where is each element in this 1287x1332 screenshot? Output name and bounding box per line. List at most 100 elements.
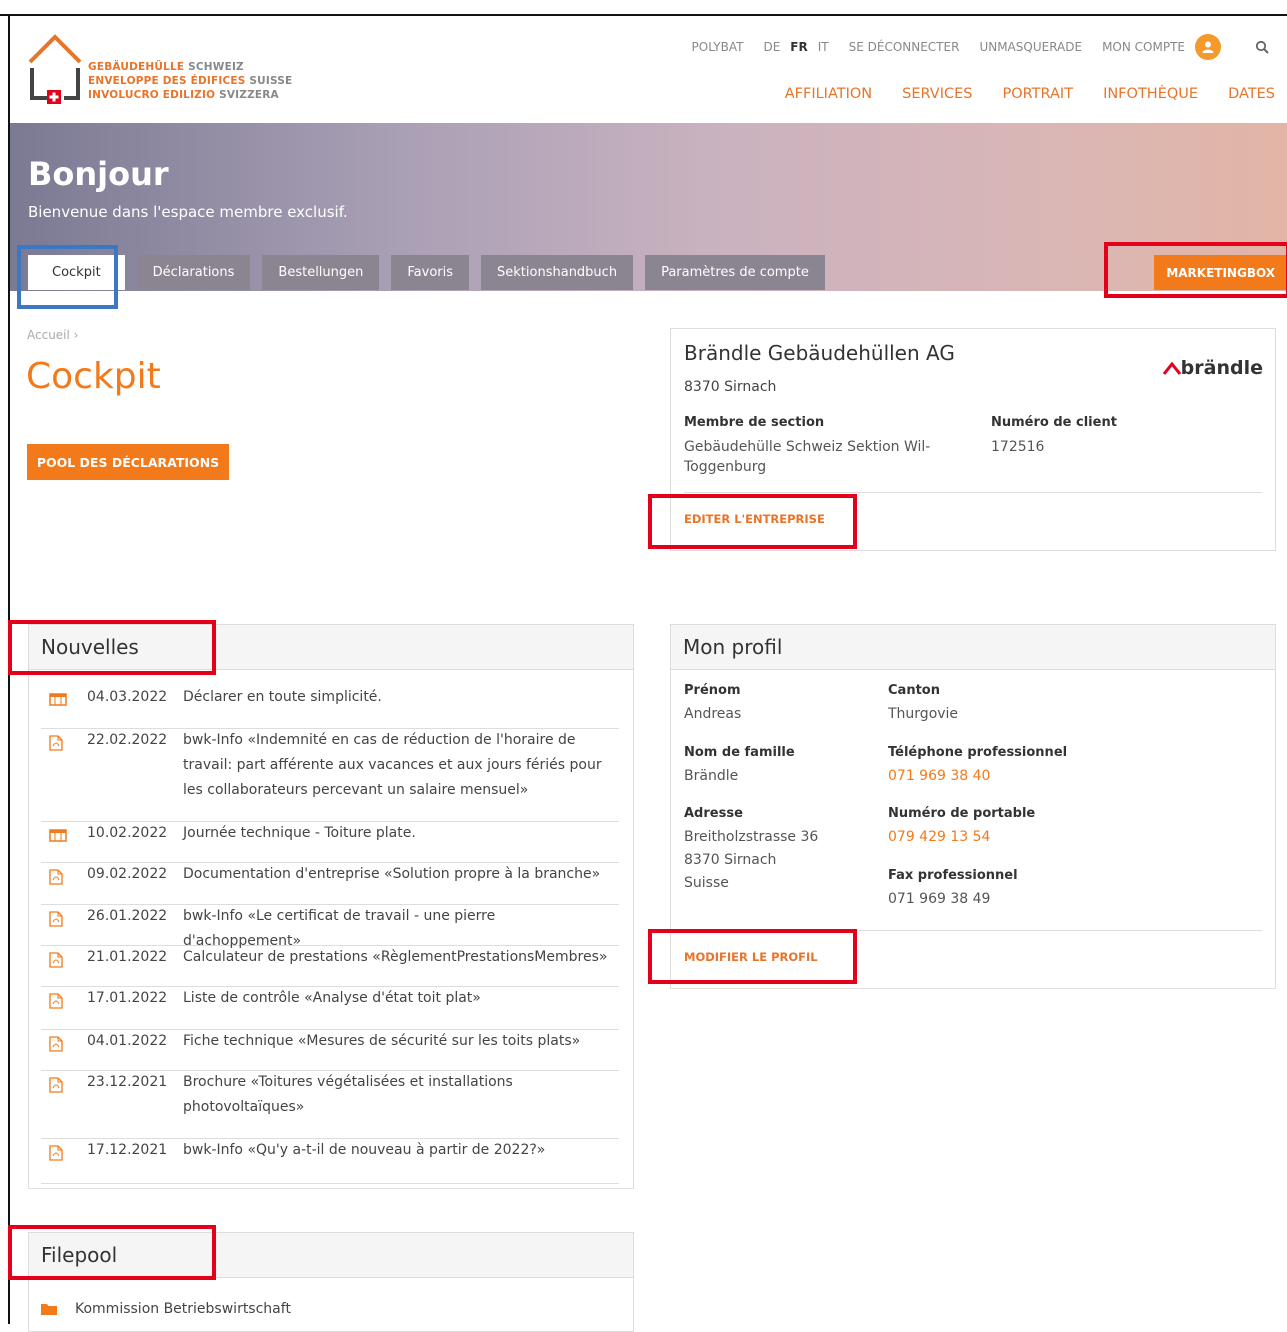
main-nav: AFFILIATION SERVICES PORTRAIT INFOTHÈQUE… [755,86,1275,102]
news-item[interactable]: 17.01.2022 Liste de contrôle «Analyse d'é… [41,986,619,1030]
company-panel: Brändle Gebäudehüllen AG 8370 Sirnach br… [670,328,1276,551]
lang-it[interactable]: IT [818,40,829,54]
pdf-icon [49,735,65,751]
breadcrumb[interactable]: Accueil › [27,328,78,342]
filepool-title: Filepool [29,1233,633,1278]
mobile-label: Numéro de portable [888,806,1036,821]
client-number-label: Numéro de client [991,415,1117,430]
news-date: 04.01.2022 [87,1033,168,1049]
logout-link[interactable]: SE DÉCONNECTER [849,40,960,54]
news-date: 21.01.2022 [87,949,168,965]
brand-logo-icon [1162,361,1181,375]
news-item[interactable]: 04.03.2022 Déclarer en toute simplicité. [41,685,619,729]
pdf-icon [49,1145,65,1161]
filepool-panel: Filepool Kommission Betriebswirtschaft [28,1232,634,1332]
pdf-icon [49,1077,65,1093]
news-title-link[interactable]: Fiche technique «Mesures de sécurité sur… [183,1029,613,1054]
news-item[interactable]: 17.12.2021 bwk-Info «Qu'y a-t-il de nouve… [41,1138,619,1184]
news-title-link[interactable]: bwk-Info «Indemnité en cas de réduction … [183,728,613,803]
company-city: 8370 Sirnach [684,379,777,395]
hero-subtitle: Bienvenue dans l'espace membre exclusif. [28,203,348,221]
last-name-value: Brändle [684,768,739,784]
news-date: 10.02.2022 [87,825,168,841]
site-logo[interactable]: GEBÄUDEHÜLLE SCHWEIZ ENVELOPPE DES ÉDIFI… [26,34,296,106]
top-utility-nav: POLYBAT DE FR IT SE DÉCONNECTER UNMASQUE… [672,34,1269,60]
news-item[interactable]: 22.02.2022 bwk-Info «Indemnité en cas de … [41,728,619,822]
news-item[interactable]: 09.02.2022 Documentation d'entreprise «So… [41,862,619,905]
news-date: 23.12.2021 [87,1074,168,1090]
member-tabs: Cockpit Déclarations Bestellungen Favori… [28,255,837,290]
pool-declarations-button[interactable]: POOL DES DÉCLARATIONS [27,444,229,480]
news-title-link[interactable]: Liste de contrôle «Analyse d'état toit p… [183,986,613,1011]
marketingbox-button[interactable]: MARKETINGBOX [1154,255,1287,290]
company-brand-logo: brändle [1162,357,1263,379]
tab-cockpit[interactable]: Cockpit [28,255,125,290]
profile-title: Mon profil [671,625,1275,670]
mobile-link[interactable]: 079 429 13 54 [888,826,990,849]
divider [684,492,1262,493]
news-title-link[interactable]: Journée technique - Toiture plate. [183,821,613,846]
user-account-icon[interactable] [1195,34,1221,60]
news-date: 22.02.2022 [87,732,168,748]
news-title: Nouvelles [29,625,633,670]
lang-fr[interactable]: FR [790,40,807,54]
tab-bestellungen[interactable]: Bestellungen [262,255,380,290]
news-title-link[interactable]: Calculateur de prestations «RèglementPre… [183,945,613,970]
news-date: 17.12.2021 [87,1142,168,1158]
hero-banner: Bonjour Bienvenue dans l'espace membre e… [10,123,1287,291]
folder-icon [41,1304,57,1315]
company-name: Brändle Gebäudehüllen AG [684,341,955,365]
pdf-icon [49,911,65,927]
pdf-icon [49,952,65,968]
news-panel: Nouvelles 04.03.2022 Déclarer en toute si… [28,624,634,1189]
unmasquerade-link[interactable]: UNMASQUERADE [979,40,1082,54]
last-name-label: Nom de famille [684,745,795,760]
polybat-link[interactable]: POLYBAT [692,40,744,54]
tab-declarations[interactable]: Déclarations [136,255,251,290]
news-title-link[interactable]: Documentation d'entreprise «Solution pro… [183,862,613,887]
news-item[interactable]: 23.12.2021 Brochure «Toitures végétalisée… [41,1070,619,1139]
logo-text: GEBÄUDEHÜLLE SCHWEIZ ENVELOPPE DES ÉDIFI… [88,61,293,101]
section-member-label: Membre de section [684,415,825,430]
news-title-link[interactable]: bwk-Info «Qu'y a-t-il de nouveau à parti… [183,1138,613,1163]
account-link[interactable]: MON COMPTE [1102,40,1185,54]
lang-de[interactable]: DE [763,40,780,54]
canton-label: Canton [888,683,940,698]
tab-favoris[interactable]: Favoris [391,255,470,290]
address-label: Adresse [684,806,743,821]
nav-portrait[interactable]: PORTRAIT [1002,86,1073,102]
tab-sektionshandbuch[interactable]: Sektionshandbuch [481,255,634,290]
divider [684,930,1262,931]
pdf-icon [49,1036,65,1052]
client-number-value: 172516 [991,439,1045,455]
pdf-icon [49,869,65,885]
fax-value: 071 969 38 49 [888,891,991,907]
nav-dates[interactable]: DATES [1228,86,1275,102]
news-item[interactable]: 04.01.2022 Fiche technique «Mesures de sé… [41,1029,619,1071]
news-title-link[interactable]: Brochure «Toitures végétalisées et insta… [183,1070,613,1120]
news-date: 26.01.2022 [87,908,168,924]
nav-infotheque[interactable]: INFOTHÈQUE [1103,86,1198,102]
section-member-value: Gebäudehülle Schweiz Sektion Wil-Toggenb… [684,439,931,475]
news-item[interactable]: 21.01.2022 Calculateur de prestations «Rè… [41,945,619,987]
calendar-icon [49,828,67,844]
first-name-label: Prénom [684,683,741,698]
news-date: 04.03.2022 [87,689,168,705]
search-icon[interactable] [1255,40,1269,54]
news-item[interactable]: 26.01.2022 bwk-Info «Le certificat de tra… [41,904,619,949]
news-date: 09.02.2022 [87,866,168,882]
edit-company-link[interactable]: EDITER L'ENTREPRISE [684,512,825,526]
language-switcher: DE FR IT [763,40,828,54]
news-item[interactable]: 10.02.2022 Journée technique - Toiture pl… [41,821,619,863]
nav-affiliation[interactable]: AFFILIATION [785,86,872,102]
pdf-icon [49,993,65,1009]
news-title-link[interactable]: Déclarer en toute simplicité. [183,685,613,710]
modify-profile-link[interactable]: MODIFIER LE PROFIL [684,950,818,964]
profile-panel: Mon profil Prénom Andreas Canton Thurgov… [670,624,1276,989]
phone-link[interactable]: 071 969 38 40 [888,765,990,788]
tab-account-settings[interactable]: Paramètres de compte [645,255,825,290]
nav-services[interactable]: SERVICES [902,86,972,102]
screenshot-frame-top [0,14,1287,16]
filepool-folder[interactable]: Kommission Betriebswirtschaft [41,1301,291,1317]
canton-value: Thurgovie [888,706,959,722]
